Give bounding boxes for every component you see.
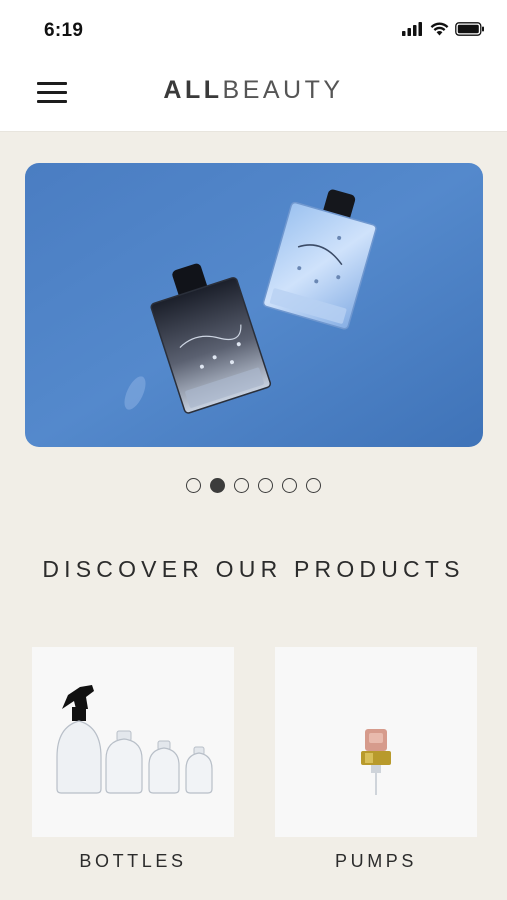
- section-title: DISCOVER OUR PRODUCTS: [42, 556, 465, 582]
- bottles-image: [56, 685, 213, 794]
- carousel-dot[interactable]: [234, 478, 249, 493]
- carousel-dot[interactable]: [282, 478, 297, 493]
- cellular-signal-icon: [402, 22, 424, 41]
- brand-logo: ALLBEAUTY: [0, 76, 507, 105]
- brand-logo-light: BEAUTY: [222, 76, 344, 104]
- wifi-icon: [430, 22, 449, 41]
- carousel-dot[interactable]: [258, 478, 273, 493]
- carousel-dot[interactable]: [306, 478, 321, 493]
- carousel-dot[interactable]: [210, 478, 225, 493]
- status-time: 6:19: [44, 20, 84, 41]
- product-label-pumps[interactable]: PUMPS: [275, 851, 477, 872]
- product-card-pumps[interactable]: [275, 647, 477, 837]
- status-icons: [402, 22, 485, 41]
- status-bar: 6:19: [0, 0, 507, 58]
- product-card-bottles[interactable]: [32, 647, 234, 837]
- carousel-banner-image[interactable]: [25, 163, 483, 447]
- app-header: ALLBEAUTY: [0, 58, 507, 132]
- carousel-pagination: [0, 478, 507, 493]
- brand-logo-bold: ALL: [163, 76, 223, 104]
- pump-image: [361, 729, 391, 795]
- carousel-dot[interactable]: [186, 478, 201, 493]
- product-label-bottles[interactable]: BOTTLES: [32, 851, 234, 872]
- battery-icon: [455, 22, 485, 41]
